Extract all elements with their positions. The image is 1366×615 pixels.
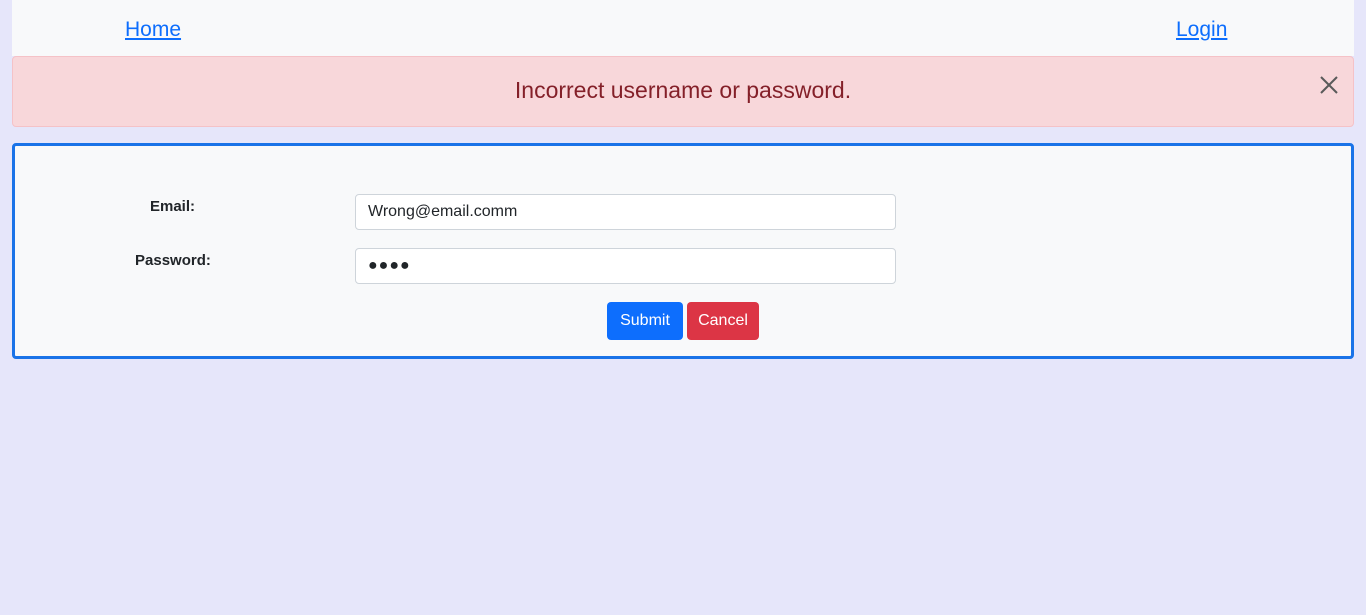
login-form: Email: Password: Submit Cancel (12, 143, 1354, 359)
close-icon[interactable] (1317, 73, 1341, 97)
password-label: Password: (135, 252, 211, 269)
nav-login-link[interactable]: Login (1176, 17, 1227, 43)
email-label: Email: (150, 198, 196, 215)
cancel-button[interactable]: Cancel (687, 302, 759, 340)
error-alert: Incorrect username or password. (12, 56, 1354, 127)
navbar: Home Login (12, 0, 1354, 56)
submit-button[interactable]: Submit (607, 302, 683, 340)
nav-home-link[interactable]: Home (125, 17, 181, 43)
password-field[interactable] (355, 248, 896, 284)
email-field[interactable] (355, 194, 896, 230)
page: Home Login Incorrect username or passwor… (0, 0, 1366, 615)
alert-message: Incorrect username or password. (514, 77, 852, 103)
